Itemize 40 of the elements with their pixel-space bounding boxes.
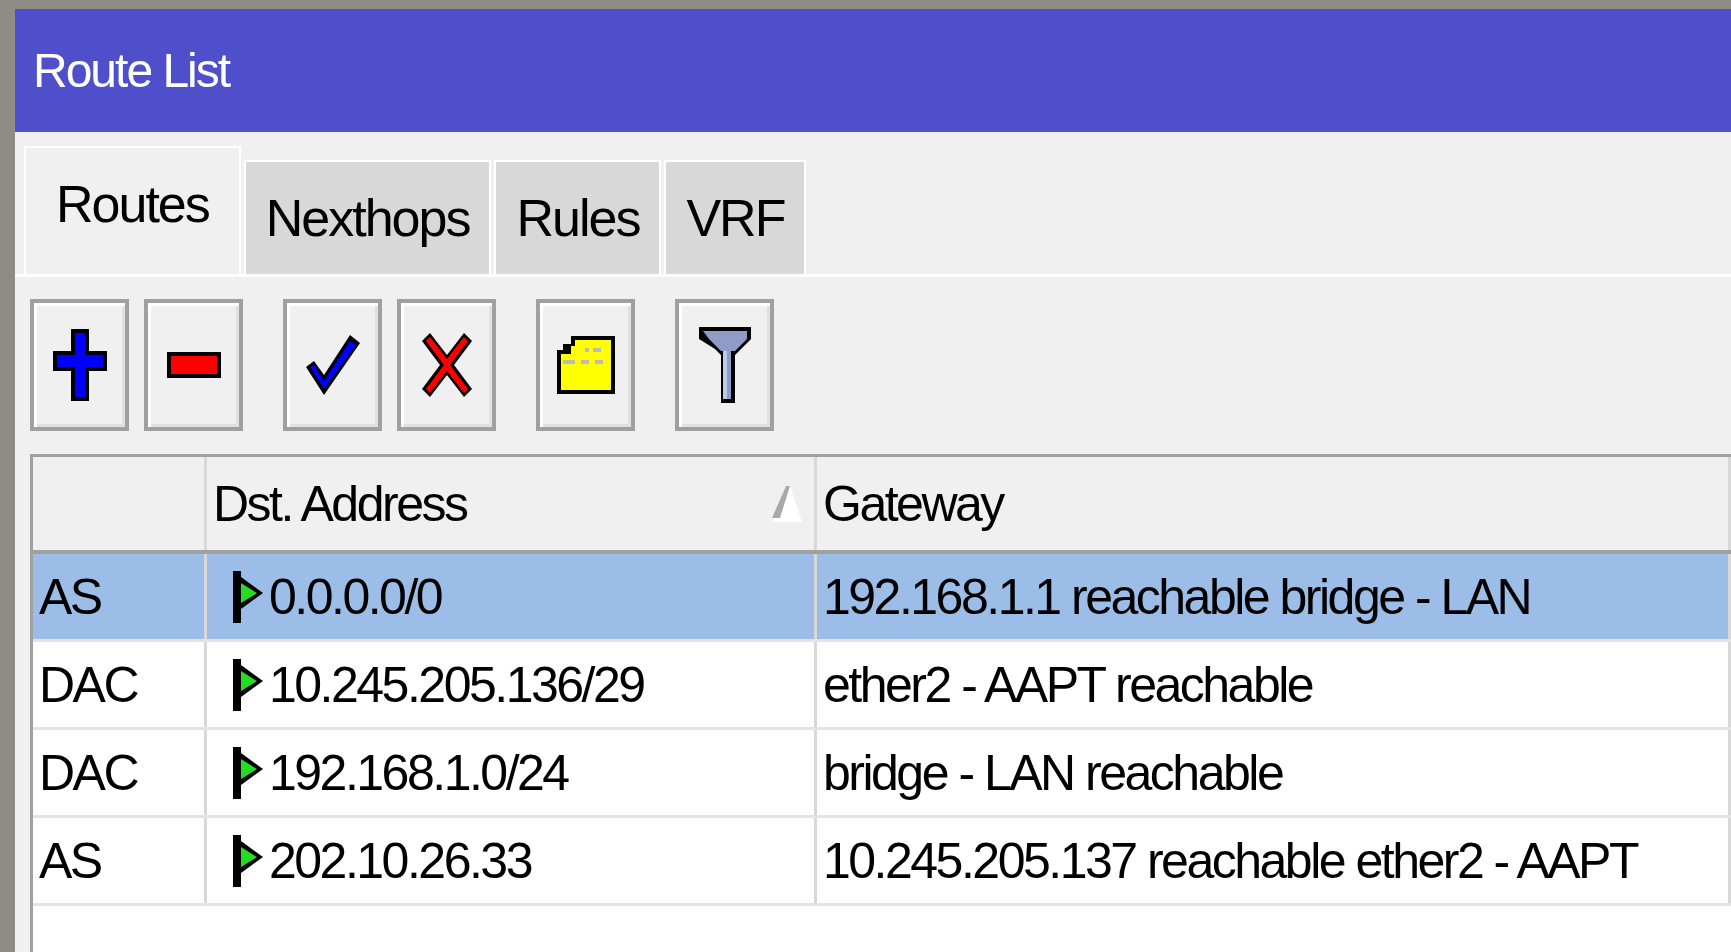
filter-button[interactable]	[675, 299, 774, 431]
table-row[interactable]: DAC 192.168.1.0/24 bridge - LAN reachable	[33, 730, 1731, 818]
table-cell: ether2 - AAPT reachable	[823, 655, 1313, 714]
column-header[interactable]: Gateway	[817, 457, 1731, 550]
table-cell: 192.168.1.1 reachable bridge - LAN	[823, 567, 1531, 626]
remove-button[interactable]	[144, 299, 243, 431]
cross-icon	[421, 333, 472, 397]
table-cell: bridge - LAN reachable	[823, 743, 1283, 802]
add-button[interactable]	[30, 299, 129, 431]
table-cell: 192.168.1.0/24	[269, 743, 568, 802]
table-cell: AS	[39, 567, 101, 626]
minus-icon	[166, 352, 221, 378]
plus-icon	[52, 329, 107, 401]
table-row[interactable]: AS 0.0.0.0/0 192.168.1.1 reachable bridge - LAN	[33, 554, 1731, 642]
tab[interactable]: Rules	[494, 160, 662, 274]
enable-button[interactable]	[283, 299, 382, 431]
flag-icon	[233, 570, 263, 623]
checkmark-icon	[305, 335, 360, 395]
table-cell: 0.0.0.0/0	[269, 567, 442, 626]
table-cell: 10.245.205.136/29	[269, 655, 644, 714]
flag-icon	[233, 746, 263, 799]
column-header[interactable]: Dst. Address	[207, 457, 817, 550]
table-cell: DAC	[39, 743, 138, 802]
table-cell: 10.245.205.137 reachable ether2 - AAPT	[823, 831, 1637, 890]
flag-icon	[233, 658, 263, 711]
table-row[interactable]: AS 202.10.26.33 10.245.205.137 reachable ether2 - AAPT	[33, 818, 1731, 906]
table-cell: DAC	[39, 655, 138, 714]
table-cell: 202.10.26.33	[269, 831, 531, 890]
table-row[interactable]: DAC 10.245.205.136/29 ether2 - AAPT reachable	[33, 642, 1731, 730]
disable-button[interactable]	[397, 299, 496, 431]
table-cell: AS	[39, 831, 101, 890]
tab[interactable]: VRF	[664, 160, 807, 274]
tab[interactable]: Nexthops	[243, 160, 492, 274]
flag-icon	[233, 834, 263, 887]
tab[interactable]: Routes	[24, 146, 241, 274]
comment-button[interactable]	[536, 299, 635, 431]
window-title: Route List	[33, 43, 230, 98]
sort-arrow-icon	[772, 485, 802, 522]
note-icon	[556, 336, 615, 394]
filter-icon	[698, 327, 751, 403]
